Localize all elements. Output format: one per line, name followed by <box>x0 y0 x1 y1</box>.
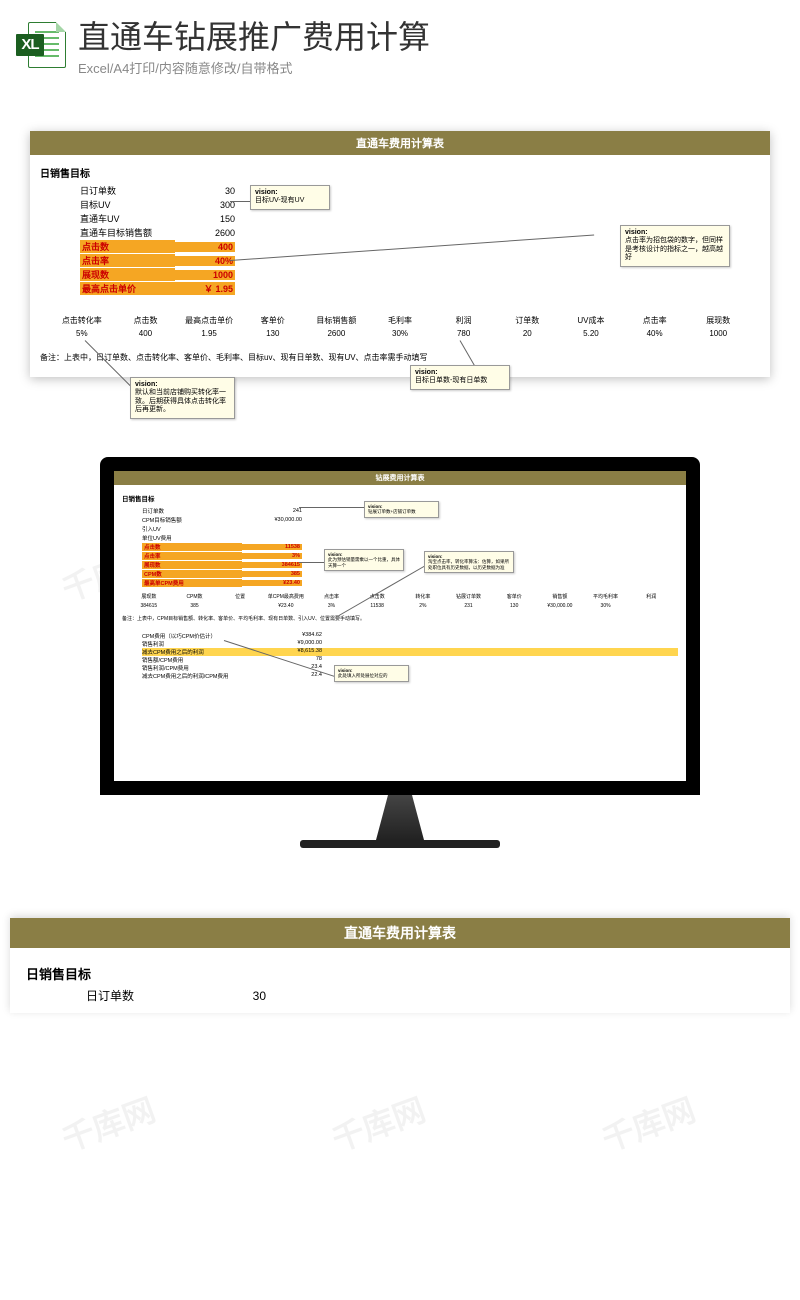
row-impr: 展现数1000 <box>80 268 760 281</box>
sheet1-body: 日销售目标 日订单数30 目标UV300 直通车UV150 直通车目标销售额26… <box>30 155 770 377</box>
sheet3-body: 日销售目标 日订单数 30 <box>10 948 790 1013</box>
row-target-uv: 目标UV300 <box>80 198 760 211</box>
callout-orders: vision: 目标日单数-现有日单数 <box>410 365 510 390</box>
sheet1-section: 日销售目标 <box>40 165 760 180</box>
sheet1-columns: 点击转化率5% 点击数400 最高点击单价1.95 客单价130 目标销售额26… <box>40 315 760 338</box>
watermark: 千库网 <box>595 1085 701 1161</box>
callout-s2-4: vision:此处填入所处展位对应的 <box>334 665 409 682</box>
sheet2-summary: CPM费用（以巧CPM价估计）¥384.62 销售利润¥9,000.00 减去C… <box>142 632 678 680</box>
sheet2-body: 日销售目标 日订单数241 CPM目标销售额¥30,000.00 引入UV 单位… <box>114 485 686 686</box>
callout-s2-3: vision:淘宝点击率，转化率算法：估算，如果所处职位具有历史数据，以历史数据… <box>424 551 514 573</box>
preview-card-3: 直通车费用计算表 日销售目标 日订单数 30 <box>10 918 790 1013</box>
sheet3-title: 直通车费用计算表 <box>10 918 790 948</box>
sheet1-title: 直通车费用计算表 <box>30 131 770 155</box>
callout-ctr: vision: 点击率为招包袋的数字，但同样是考核设计的指标之一，越高越好 <box>620 225 730 267</box>
excel-icon: XL <box>16 20 66 70</box>
callout-s2-2: vision:此为预估销量需乘以一个比重，具体天算一个 <box>324 549 404 571</box>
monitor-stand <box>360 795 440 840</box>
title-block: 直通车钻展推广费用计算 Excel/A4打印/内容随意修改/自带格式 <box>78 12 430 77</box>
sheet2-columns: 展现数384615 CPM数385 位置 单CPM最高费用¥23.40 点击率3… <box>122 593 678 609</box>
row-orders: 日订单数30 <box>80 184 760 197</box>
watermark: 千库网 <box>55 1085 161 1161</box>
sheet1-note: 备注：上表中，日订单数、点击转化率、客单价、毛利率、目标uv、现有日单数、现有U… <box>40 352 760 363</box>
monitor-mockup: 钻展费用计算表 日销售目标 日订单数241 CPM目标销售额¥30,000.00… <box>100 457 700 848</box>
sheet2-note: 备注：上表中，CPM目标销售额、转化率、客单价、平均毛利率、现有日单数、引入UV… <box>122 615 678 622</box>
sheet3-section: 日销售目标 <box>26 964 774 983</box>
watermark: 千库网 <box>325 1085 431 1161</box>
callout-uv: vision: 目标UV-现有UV <box>250 185 330 210</box>
row-cpc: 最高点击单价￥ 1.95 <box>80 282 760 295</box>
monitor-base <box>300 840 500 848</box>
main-title: 直通车钻展推广费用计算 <box>78 12 430 58</box>
preview-card-1: 直通车费用计算表 日销售目标 日订单数30 目标UV300 直通车UV150 直… <box>30 131 770 377</box>
sub-title: Excel/A4打印/内容随意修改/自带格式 <box>78 58 430 77</box>
callout-s2-1: vision:钻展订单数+店铺订单数 <box>364 501 439 518</box>
sheet2-title: 钻展费用计算表 <box>114 471 686 485</box>
excel-x-label: XL <box>16 34 44 56</box>
callout-conv: vision: 默认和当前店铺购买转化率一致。后期获得具体点击转化率后再更新。 <box>130 377 235 419</box>
page-header: XL 直通车钻展推广费用计算 Excel/A4打印/内容随意修改/自带格式 <box>0 0 800 81</box>
row-ztc-uv: 直通车UV150 <box>80 212 760 225</box>
